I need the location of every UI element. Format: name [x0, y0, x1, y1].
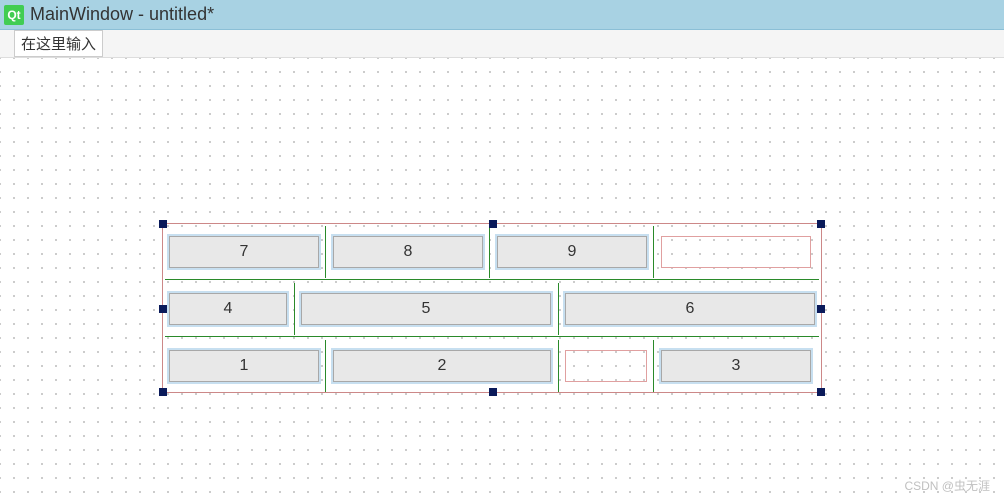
resize-handle-mid-right[interactable] — [817, 305, 825, 313]
resize-handle-bottom-center[interactable] — [489, 388, 497, 396]
grid-layout-widget[interactable]: 7 8 9 4 5 6 1 2 3 — [162, 223, 822, 393]
push-button-9[interactable]: 9 — [497, 236, 647, 268]
qt-icon: Qt — [4, 5, 24, 25]
layout-col-separator — [558, 283, 559, 335]
push-button-3[interactable]: 3 — [661, 350, 811, 382]
layout-col-separator — [653, 340, 654, 392]
push-button-8[interactable]: 8 — [333, 236, 483, 268]
watermark-text: CSDN @虫无涯 — [904, 477, 990, 494]
resize-handle-bottom-right[interactable] — [817, 388, 825, 396]
menu-bar: 在这里输入 — [0, 30, 1004, 58]
design-canvas[interactable]: 7 8 9 4 5 6 1 2 3 CSDN @虫无涯 — [0, 58, 1004, 498]
menu-type-here-input[interactable]: 在这里输入 — [14, 30, 103, 57]
push-button-4[interactable]: 4 — [169, 293, 287, 325]
push-button-2[interactable]: 2 — [333, 350, 551, 382]
push-button-6[interactable]: 6 — [565, 293, 815, 325]
title-bar: Qt MainWindow - untitled* — [0, 0, 1004, 30]
resize-handle-bottom-left[interactable] — [159, 388, 167, 396]
resize-handle-top-left[interactable] — [159, 220, 167, 228]
layout-col-separator — [325, 340, 326, 392]
window-title: MainWindow - untitled* — [30, 4, 214, 25]
resize-handle-mid-left[interactable] — [159, 305, 167, 313]
empty-cell-placeholder[interactable] — [565, 350, 647, 382]
resize-handle-top-center[interactable] — [489, 220, 497, 228]
layout-col-separator — [489, 226, 490, 278]
layout-col-separator — [294, 283, 295, 335]
empty-cell-placeholder[interactable] — [661, 236, 811, 268]
push-button-1[interactable]: 1 — [169, 350, 319, 382]
layout-col-separator — [558, 340, 559, 392]
layout-col-separator — [325, 226, 326, 278]
push-button-7[interactable]: 7 — [169, 236, 319, 268]
resize-handle-top-right[interactable] — [817, 220, 825, 228]
push-button-5[interactable]: 5 — [301, 293, 551, 325]
layout-col-separator — [653, 226, 654, 278]
